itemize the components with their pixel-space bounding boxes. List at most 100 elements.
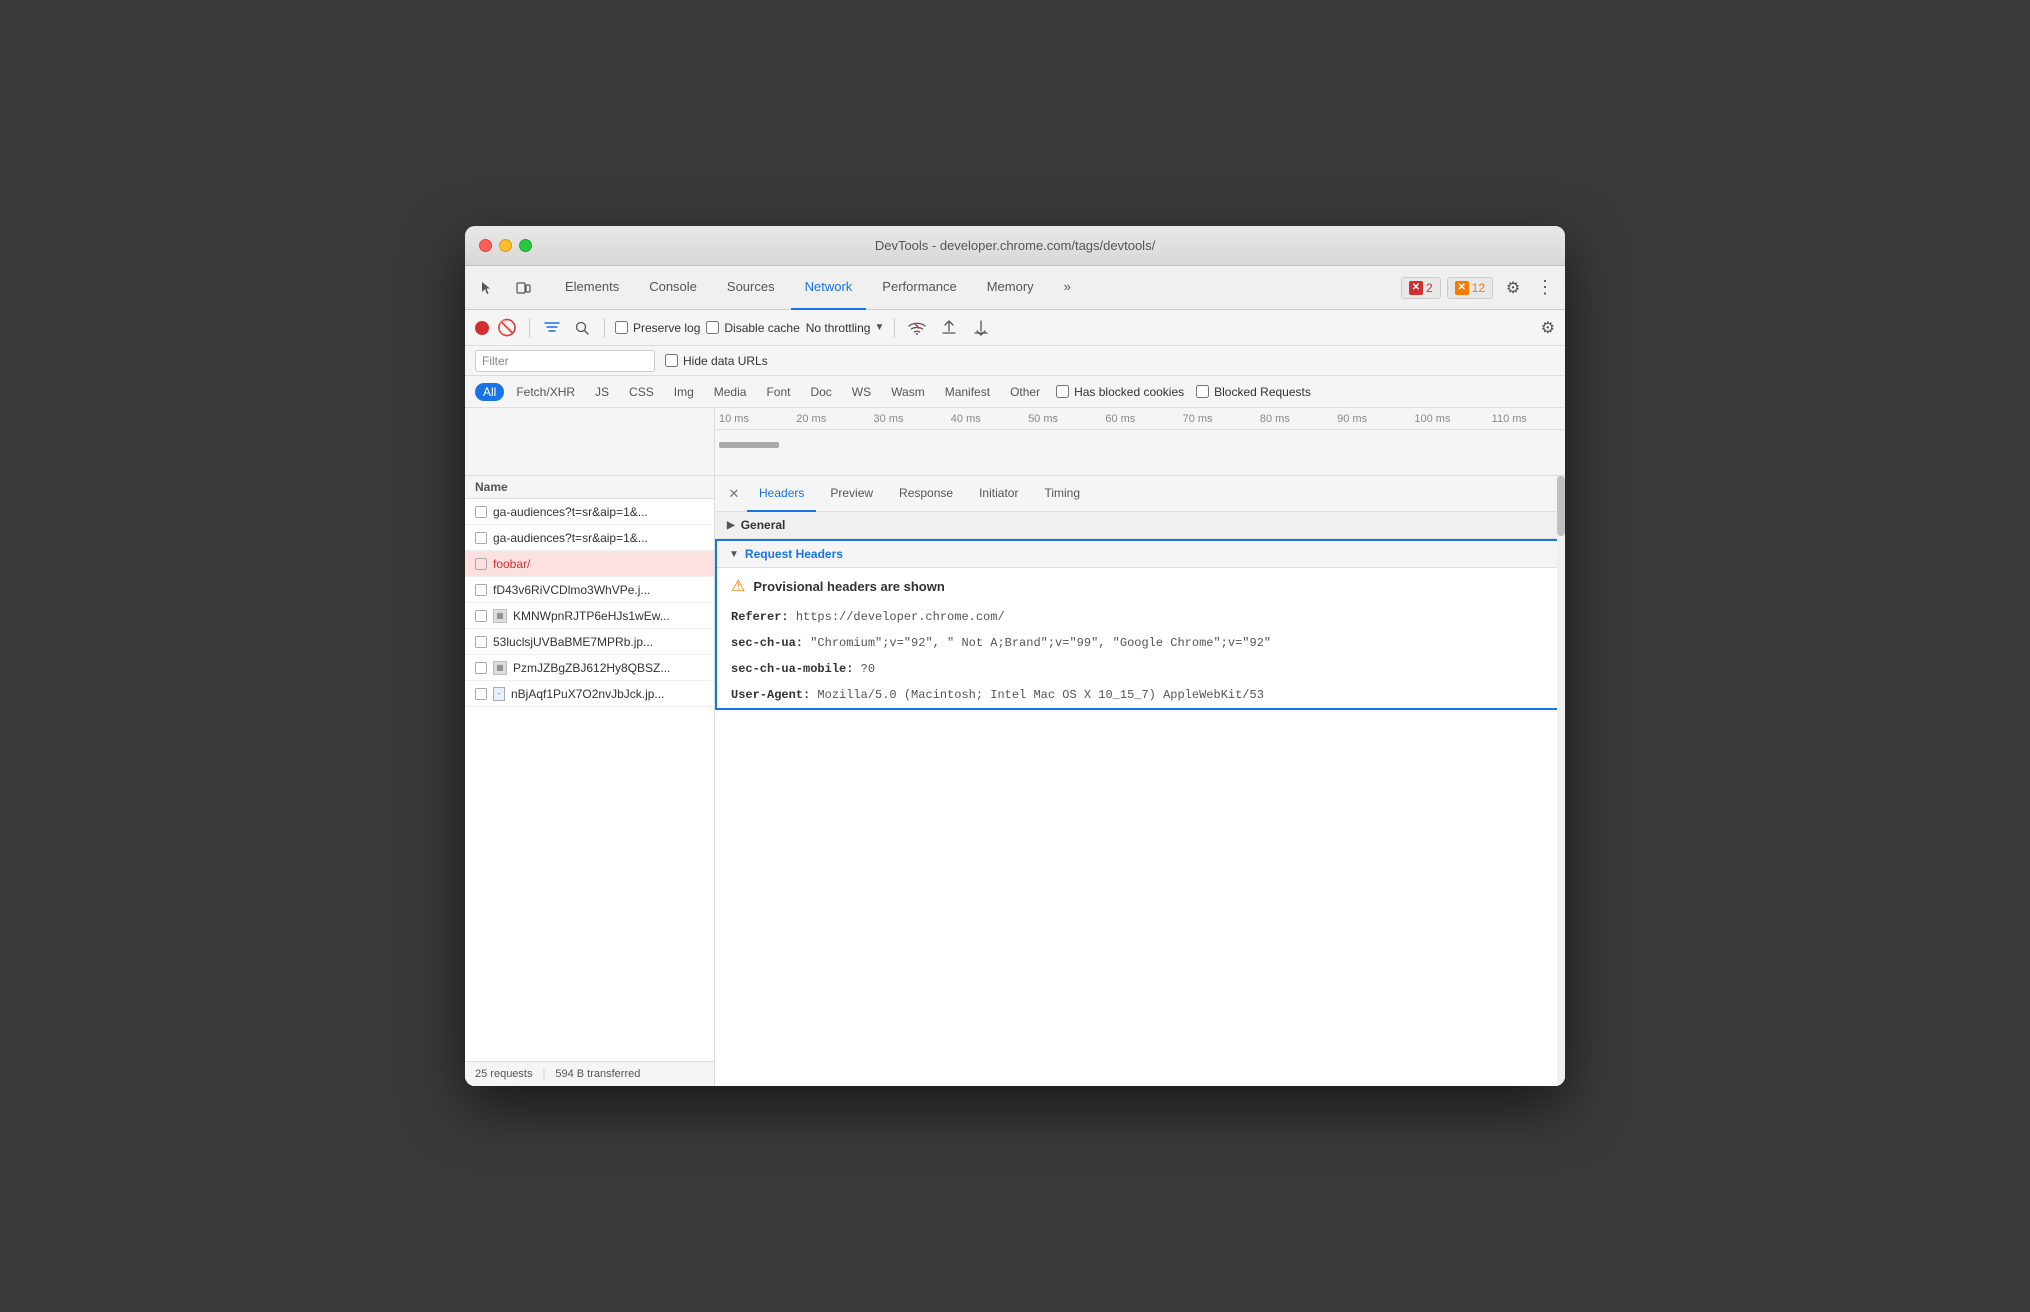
timeline-label-60ms: 60 ms — [1101, 413, 1178, 425]
more-options-icon[interactable]: ⋮ — [1533, 274, 1557, 302]
item-name: ga-audiences?t=sr&aip=1&... — [493, 531, 704, 545]
item-name: foobar/ — [493, 557, 704, 571]
list-item[interactable]: ga-audiences?t=sr&aip=1&... — [465, 499, 714, 525]
scrollbar-thumb[interactable] — [1557, 476, 1565, 536]
badge-area: ✕ 2 ✕ 12 ⚙ ⋮ — [1401, 274, 1557, 302]
toolbar-settings-icon[interactable]: ⚙ — [1541, 318, 1555, 338]
tab-sources[interactable]: Sources — [713, 266, 789, 310]
list-item[interactable]: - nBjAqf1PuX7O2nvJbJck.jp... — [465, 681, 714, 707]
tab-icon-buttons — [473, 274, 537, 302]
filter-icon[interactable] — [540, 316, 564, 340]
record-button[interactable] — [475, 321, 489, 335]
tab-console[interactable]: Console — [635, 266, 711, 310]
preserve-log-checkbox-label[interactable]: Preserve log — [615, 321, 700, 335]
request-headers-title[interactable]: ▼ Request Headers — [717, 541, 1563, 568]
type-btn-css[interactable]: CSS — [621, 383, 662, 401]
disable-cache-checkbox[interactable] — [706, 321, 719, 334]
type-btn-all[interactable]: All — [475, 383, 504, 401]
close-details-button[interactable]: ✕ — [723, 483, 745, 505]
clear-button[interactable]: 🚫 — [495, 316, 519, 340]
tab-initiator[interactable]: Initiator — [967, 476, 1030, 512]
scrollbar-track — [1557, 476, 1565, 1086]
maximize-button[interactable] — [519, 239, 532, 252]
tab-headers[interactable]: Headers — [747, 476, 816, 512]
type-btn-doc[interactable]: Doc — [802, 383, 839, 401]
tab-elements[interactable]: Elements — [551, 266, 633, 310]
titlebar: DevTools - developer.chrome.com/tags/dev… — [465, 226, 1565, 266]
search-icon[interactable] — [570, 316, 594, 340]
tab-response[interactable]: Response — [887, 476, 965, 512]
list-item[interactable]: 53luclsjUVBaBME7MPRb.jp... — [465, 629, 714, 655]
item-checkbox — [475, 688, 487, 700]
timeline-label-90ms: 90 ms — [1333, 413, 1410, 425]
blocked-requests-label[interactable]: Blocked Requests — [1196, 385, 1311, 399]
timeline-label-20ms: 20 ms — [792, 413, 869, 425]
item-name: 53luclsjUVBaBME7MPRb.jp... — [493, 635, 704, 649]
device-icon[interactable] — [509, 274, 537, 302]
tab-timing[interactable]: Timing — [1032, 476, 1092, 512]
footer-separator: | — [542, 1068, 545, 1080]
timeline-label-70ms: 70 ms — [1179, 413, 1256, 425]
warning-triangle-icon: ⚠ — [731, 576, 745, 596]
list-item[interactable]: ▦ KMNWpnRJTP6eHJs1wEw... — [465, 603, 714, 629]
upload-icon[interactable] — [937, 316, 961, 340]
list-item[interactable]: fD43v6RiVCDlmo3WhVPe.j... — [465, 577, 714, 603]
hide-data-urls-checkbox[interactable] — [665, 354, 678, 367]
list-item-selected[interactable]: foobar/ — [465, 551, 714, 577]
list-item[interactable]: ga-audiences?t=sr&aip=1&... — [465, 525, 714, 551]
throttle-arrow-icon: ▼ — [874, 322, 884, 333]
throttle-select[interactable]: No throttling ▼ — [806, 321, 885, 335]
minimize-button[interactable] — [499, 239, 512, 252]
tab-network[interactable]: Network — [791, 266, 867, 310]
filter-label: Filter — [482, 354, 509, 368]
network-toolbar: 🚫 Preserve log Disable cache — [465, 310, 1565, 346]
type-btn-img[interactable]: Img — [666, 383, 702, 401]
blocked-requests-checkbox[interactable] — [1196, 385, 1209, 398]
hide-data-urls-label[interactable]: Hide data URLs — [665, 354, 768, 368]
type-btn-media[interactable]: Media — [706, 383, 755, 401]
cursor-icon[interactable] — [473, 274, 501, 302]
timeline-labels: 10 ms 20 ms 30 ms 40 ms 50 ms 60 ms 70 m… — [715, 408, 1565, 430]
request-headers-section: ▼ Request Headers ⚠ Provisional headers … — [715, 539, 1565, 710]
settings-icon[interactable]: ⚙ — [1499, 274, 1527, 302]
header-value: https://developer.chrome.com/ — [796, 610, 1005, 624]
timeline-bar: 10 ms 20 ms 30 ms 40 ms 50 ms 60 ms 70 m… — [465, 408, 1565, 476]
header-value: ?0 — [861, 662, 875, 676]
details-content: ▶ General ▼ Request Headers ⚠ Provisiona… — [715, 512, 1565, 1086]
filter-input-wrap[interactable]: Filter — [475, 350, 655, 372]
type-btn-fetchxhr[interactable]: Fetch/XHR — [508, 383, 583, 401]
timeline-label-80ms: 80 ms — [1256, 413, 1333, 425]
type-btn-manifest[interactable]: Manifest — [937, 383, 998, 401]
type-btn-font[interactable]: Font — [758, 383, 798, 401]
item-name: fD43v6RiVCDlmo3WhVPe.j... — [493, 583, 704, 597]
request-count: 25 requests — [475, 1068, 532, 1080]
timeline-label-50ms: 50 ms — [1024, 413, 1101, 425]
type-btn-other[interactable]: Other — [1002, 383, 1048, 401]
has-blocked-cookies-checkbox[interactable] — [1056, 385, 1069, 398]
provisional-warning: ⚠ Provisional headers are shown — [717, 568, 1563, 604]
has-blocked-cookies-label[interactable]: Has blocked cookies — [1056, 385, 1184, 399]
separator-2 — [604, 318, 605, 338]
tab-preview[interactable]: Preview — [818, 476, 885, 512]
error-badge[interactable]: ✕ 2 — [1401, 277, 1441, 299]
timeline-name-col — [465, 408, 715, 475]
general-section-header[interactable]: ▶ General — [715, 512, 1565, 539]
warn-badge[interactable]: ✕ 12 — [1447, 277, 1493, 299]
header-row-user-agent: User-Agent: Mozilla/5.0 (Macintosh; Inte… — [717, 682, 1563, 708]
close-button[interactable] — [479, 239, 492, 252]
request-items: ga-audiences?t=sr&aip=1&... ga-audiences… — [465, 499, 714, 1061]
request-list: Name ga-audiences?t=sr&aip=1&... ga-audi… — [465, 476, 715, 1086]
item-checkbox — [475, 532, 487, 544]
download-icon[interactable] — [969, 316, 993, 340]
disable-cache-checkbox-label[interactable]: Disable cache — [706, 321, 799, 335]
list-item[interactable]: ▦ PzmJZBgZBJ612Hy8QBSZ... — [465, 655, 714, 681]
preserve-log-checkbox[interactable] — [615, 321, 628, 334]
type-btn-wasm[interactable]: Wasm — [883, 383, 933, 401]
tab-memory[interactable]: Memory — [973, 266, 1048, 310]
tab-more[interactable]: » — [1050, 266, 1085, 310]
error-icon: ✕ — [1409, 281, 1423, 295]
wifi-icon[interactable] — [905, 316, 929, 340]
tab-performance[interactable]: Performance — [868, 266, 970, 310]
type-btn-ws[interactable]: WS — [844, 383, 879, 401]
type-btn-js[interactable]: JS — [587, 383, 617, 401]
